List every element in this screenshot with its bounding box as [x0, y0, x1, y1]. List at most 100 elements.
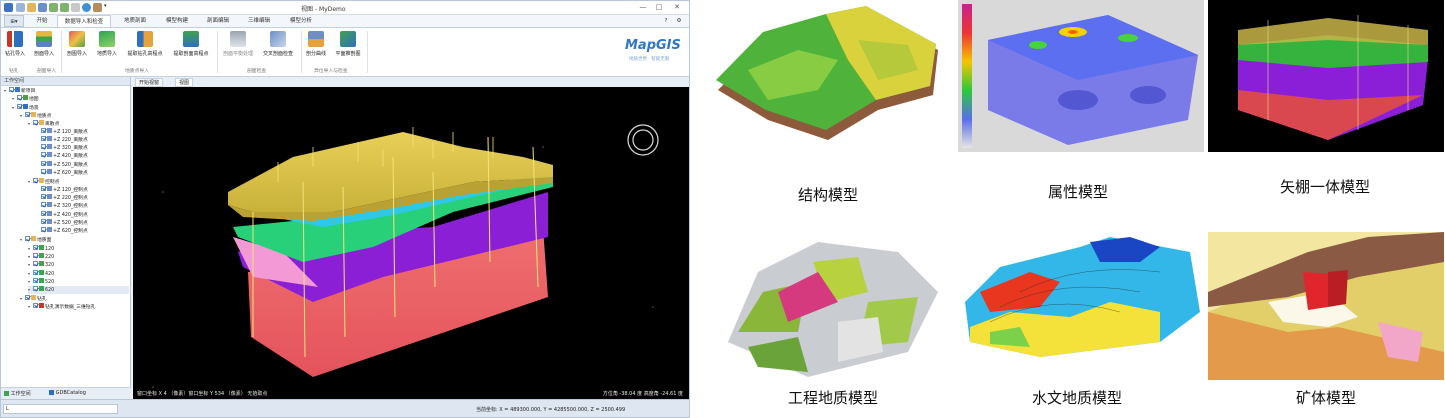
save-icon[interactable]: [38, 3, 47, 12]
tree-item[interactable]: +Z 620_控制点: [36, 227, 129, 236]
geology-import-button[interactable]: 地质导入: [94, 31, 120, 57]
drill-import-button[interactable]: 钻孔导入: [3, 31, 27, 57]
chevron-down-icon[interactable]: ▾: [104, 3, 113, 12]
visibility-checkbox[interactable]: [41, 144, 46, 150]
file-menu-button[interactable]: ⊞▾: [4, 15, 24, 27]
tree-item-label: +Z 320_离散点: [53, 146, 88, 152]
surface-layer-icon: [39, 277, 44, 283]
visibility-checkbox[interactable]: [41, 202, 46, 208]
visibility-checkbox[interactable]: [41, 210, 46, 216]
visibility-checkbox[interactable]: [33, 253, 38, 258]
visibility-checkbox[interactable]: [33, 302, 38, 308]
tab-section-edit[interactable]: 剖面编辑: [198, 15, 238, 27]
visibility-checkbox[interactable]: [33, 277, 38, 283]
visibility-checkbox[interactable]: [41, 135, 46, 141]
cross-section-check-button[interactable]: 交叉剖面检查: [258, 31, 298, 57]
tools-icon[interactable]: [93, 3, 102, 12]
tab-3d-edit[interactable]: 三维编辑: [239, 15, 279, 27]
plan-import-button[interactable]: 剖图导入: [64, 31, 90, 57]
visibility-checkbox[interactable]: [33, 120, 38, 126]
tree-item-label: 钻孔: [37, 296, 47, 302]
mapgis-slogan: 地质世界 · 智能无限: [629, 57, 670, 62]
tree-item[interactable]: ▾ 220: [28, 253, 129, 261]
tree-item[interactable]: ▾ 场景: [12, 103, 129, 112]
plan-to-section-button[interactable]: 平面推剖图: [332, 31, 364, 57]
minimize-button[interactable]: —: [637, 2, 649, 13]
extract-drill-points-icon: [137, 31, 153, 47]
tab-view[interactable]: 视图: [175, 78, 194, 87]
title-bar: ▾ 视图 - MyDemo — □ ✕: [1, 1, 689, 15]
tab-model-analysis[interactable]: 模型分析: [281, 15, 321, 27]
surface-layer-icon: [39, 286, 44, 292]
close-button[interactable]: ✕: [671, 2, 683, 13]
visibility-checkbox[interactable]: [33, 269, 38, 275]
visibility-checkbox[interactable]: [41, 160, 46, 166]
split-curve-button[interactable]: 剖分曲线: [304, 31, 328, 57]
tree-item-label: 120: [45, 246, 55, 252]
tree-item[interactable]: ▾ 420: [28, 269, 129, 278]
visibility-checkbox[interactable]: [25, 236, 30, 242]
visibility-checkbox[interactable]: [41, 218, 46, 224]
ribbon-separator: [301, 31, 302, 73]
visibility-checkbox[interactable]: [41, 227, 46, 233]
new-icon[interactable]: [16, 3, 25, 12]
maximize-button[interactable]: □: [653, 2, 665, 13]
visibility-checkbox[interactable]: [17, 95, 22, 101]
caption-ore-body-model: 矿体模型: [1296, 389, 1357, 407]
visibility-checkbox[interactable]: [33, 286, 38, 292]
tree-item-label: +Z 620_离散点: [53, 171, 88, 176]
hydrogeology-model-image: [960, 232, 1204, 364]
visibility-checkbox[interactable]: [25, 294, 30, 300]
command-input[interactable]: L: [3, 404, 118, 414]
view-angles: 方位角 -38.04 度 高度角 -24.61 度: [602, 391, 683, 397]
select-icon[interactable]: [71, 3, 80, 12]
visibility-checkbox[interactable]: [33, 244, 38, 250]
tree-item-label: 控制点: [45, 180, 60, 186]
point-layer-icon: [47, 210, 52, 216]
settings-icon[interactable]: ⚙: [674, 15, 684, 27]
globe-icon[interactable]: [82, 3, 91, 12]
redo-icon[interactable]: [60, 3, 69, 12]
section-import-button[interactable]: 剖面导入: [32, 31, 56, 57]
visibility-checkbox[interactable]: [17, 103, 22, 109]
visibility-checkbox[interactable]: [41, 193, 46, 199]
tree-item[interactable]: ▾ 620: [28, 286, 129, 295]
visibility-checkbox[interactable]: [41, 127, 46, 133]
section-balance-button[interactable]: 剖面平衡处理: [220, 31, 256, 57]
extract-section-points-button[interactable]: 提取剖面高程点: [169, 31, 213, 57]
help-icon[interactable]: ?: [661, 15, 671, 27]
visibility-checkbox[interactable]: [25, 111, 30, 117]
tree-item[interactable]: ▾ 120: [28, 244, 129, 253]
tab-gdbcatalog[interactable]: GDBCatalog: [49, 390, 86, 396]
open-icon[interactable]: [27, 3, 36, 12]
visibility-checkbox[interactable]: [33, 178, 38, 184]
tree-item[interactable]: ▾ 地图: [12, 95, 129, 103]
undo-icon[interactable]: [49, 3, 58, 12]
extract-drill-points-button[interactable]: 提取钻孔高程点: [123, 31, 167, 57]
tab-geo-section[interactable]: 地质剖面: [115, 15, 155, 27]
folder-icon: [39, 178, 44, 184]
tree-item-label: 620: [45, 288, 55, 294]
tree-item[interactable]: ▾ 520: [28, 277, 129, 286]
visibility-checkbox[interactable]: [41, 185, 46, 191]
visibility-checkbox[interactable]: [41, 169, 46, 174]
vector-raster-model-image: [1208, 0, 1444, 152]
tab-start[interactable]: 开始: [29, 15, 55, 27]
tab-start-view[interactable]: 开始视窗: [135, 78, 164, 87]
tree-item[interactable]: ▾ 地质点: [20, 111, 129, 120]
structure-model-image: [708, 0, 948, 160]
visibility-checkbox[interactable]: [9, 87, 14, 92]
visibility-checkbox[interactable]: [41, 152, 46, 158]
tab-workspace[interactable]: 工作空间: [4, 390, 31, 397]
tab-model-build[interactable]: 模型构建: [157, 15, 197, 27]
tree-item[interactable]: +Z 620_离散点: [36, 169, 129, 178]
tree-item[interactable]: ▾ 钻孔演示数据_三维钻孔: [28, 302, 129, 311]
compass-icon[interactable]: [627, 124, 659, 156]
tree-item[interactable]: ▾ 320: [28, 261, 129, 269]
tree-item[interactable]: ▾ 新项目: [4, 87, 129, 95]
tab-data-import[interactable]: 数据导入和检查: [57, 15, 111, 27]
visibility-checkbox[interactable]: [33, 261, 38, 267]
caption-hydrogeology-model: 水文地质模型: [1032, 389, 1123, 407]
drill-layer-icon: [39, 302, 44, 308]
3d-viewport[interactable]: 窗口坐标 X 4 （像素）窗口坐标 Y 534 （像素） 无拾取点 方位角 -3…: [133, 87, 689, 399]
